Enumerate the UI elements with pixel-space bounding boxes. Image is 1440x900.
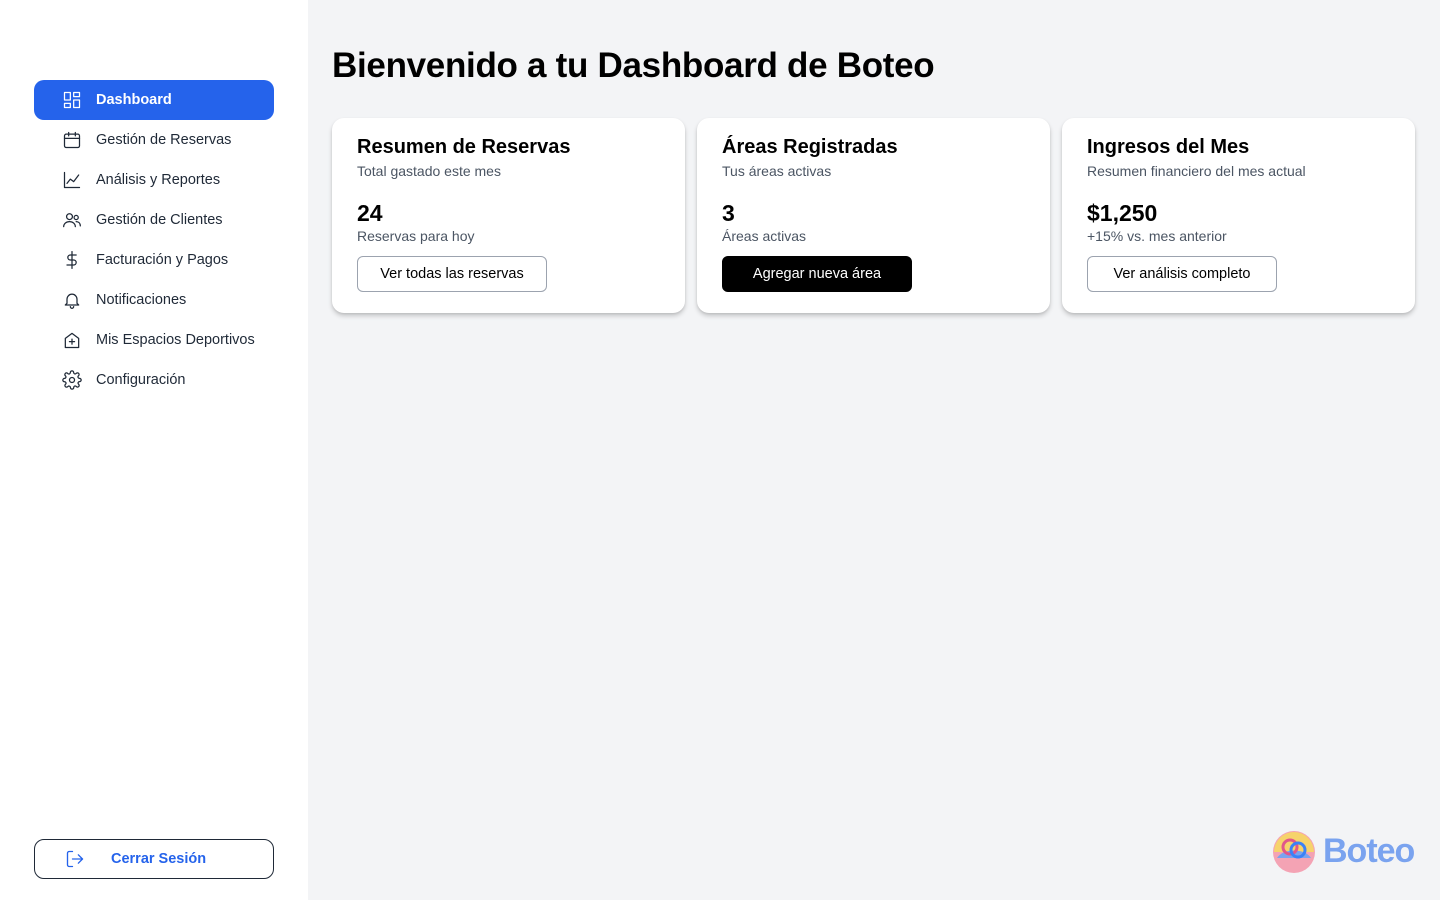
sidebar-item-label: Gestión de Reservas (96, 132, 232, 148)
logout-label: Cerrar Sesión (111, 851, 207, 867)
view-full-analysis-button[interactable]: Ver análisis completo (1087, 256, 1277, 292)
calendar-icon (61, 129, 83, 151)
card-value: 3 (722, 200, 735, 226)
sidebar-item-notificaciones[interactable]: Notificaciones (34, 280, 274, 320)
home-plus-icon (61, 329, 83, 351)
sidebar-item-label: Gestión de Clientes (96, 212, 223, 228)
sidebar-item-espacios[interactable]: Mis Espacios Deportivos (34, 320, 274, 360)
card-areas: Áreas Registradas Tus áreas activas 3 Ár… (697, 118, 1050, 313)
sidebar-item-reservas[interactable]: Gestión de Reservas (34, 120, 274, 160)
card-value: 24 (357, 200, 383, 226)
sidebar-item-label: Notificaciones (96, 292, 187, 308)
sidebar-item-label: Facturación y Pagos (96, 252, 229, 268)
card-caption: Áreas activas (722, 228, 807, 244)
sidebar-nav: Dashboard Gestión de Reservas Análisis y… (34, 80, 274, 400)
logout-icon (65, 848, 87, 870)
gear-icon (61, 369, 83, 391)
card-title: Resumen de Reservas (357, 136, 571, 158)
card-caption: Reservas para hoy (357, 228, 475, 244)
sidebar-item-analisis[interactable]: Análisis y Reportes (34, 160, 274, 200)
card-title: Áreas Registradas (722, 136, 898, 158)
brand-mark-icon (1273, 831, 1315, 873)
sidebar-item-label: Análisis y Reportes (96, 172, 221, 188)
sidebar-item-clientes[interactable]: Gestión de Clientes (34, 200, 274, 240)
sidebar-item-label: Mis Espacios Deportivos (96, 332, 255, 348)
brand-logo: Boteo (1271, 828, 1415, 874)
card-ingresos: Ingresos del Mes Resumen financiero del … (1062, 118, 1415, 313)
dashboard-grid-icon (61, 89, 83, 111)
card-title: Ingresos del Mes (1087, 136, 1250, 158)
brand-name: Boteo (1323, 831, 1415, 870)
users-icon (61, 209, 83, 231)
card-value: $1,250 (1087, 200, 1158, 226)
card-subtitle: Resumen financiero del mes actual (1087, 163, 1306, 179)
sidebar-item-facturacion[interactable]: Facturación y Pagos (34, 240, 274, 280)
card-caption: +15% vs. mes anterior (1087, 228, 1227, 244)
sidebar: Dashboard Gestión de Reservas Análisis y… (0, 0, 308, 900)
card-reservas: Resumen de Reservas Total gastado este m… (332, 118, 685, 313)
chart-line-icon (61, 169, 83, 191)
add-area-button[interactable]: Agregar nueva área (722, 256, 912, 292)
sidebar-item-label: Dashboard (96, 92, 172, 108)
sidebar-item-configuracion[interactable]: Configuración (34, 360, 274, 400)
sidebar-item-label: Configuración (96, 372, 186, 388)
page-title: Bienvenido a tu Dashboard de Boteo (332, 46, 935, 85)
card-subtitle: Tus áreas activas (722, 163, 832, 179)
card-subtitle: Total gastado este mes (357, 163, 501, 179)
logout-button[interactable]: Cerrar Sesión (34, 839, 274, 879)
bell-icon (61, 289, 83, 311)
dollar-icon (61, 249, 83, 271)
sidebar-item-dashboard[interactable]: Dashboard (34, 80, 274, 120)
view-all-reservations-button[interactable]: Ver todas las reservas (357, 256, 547, 292)
